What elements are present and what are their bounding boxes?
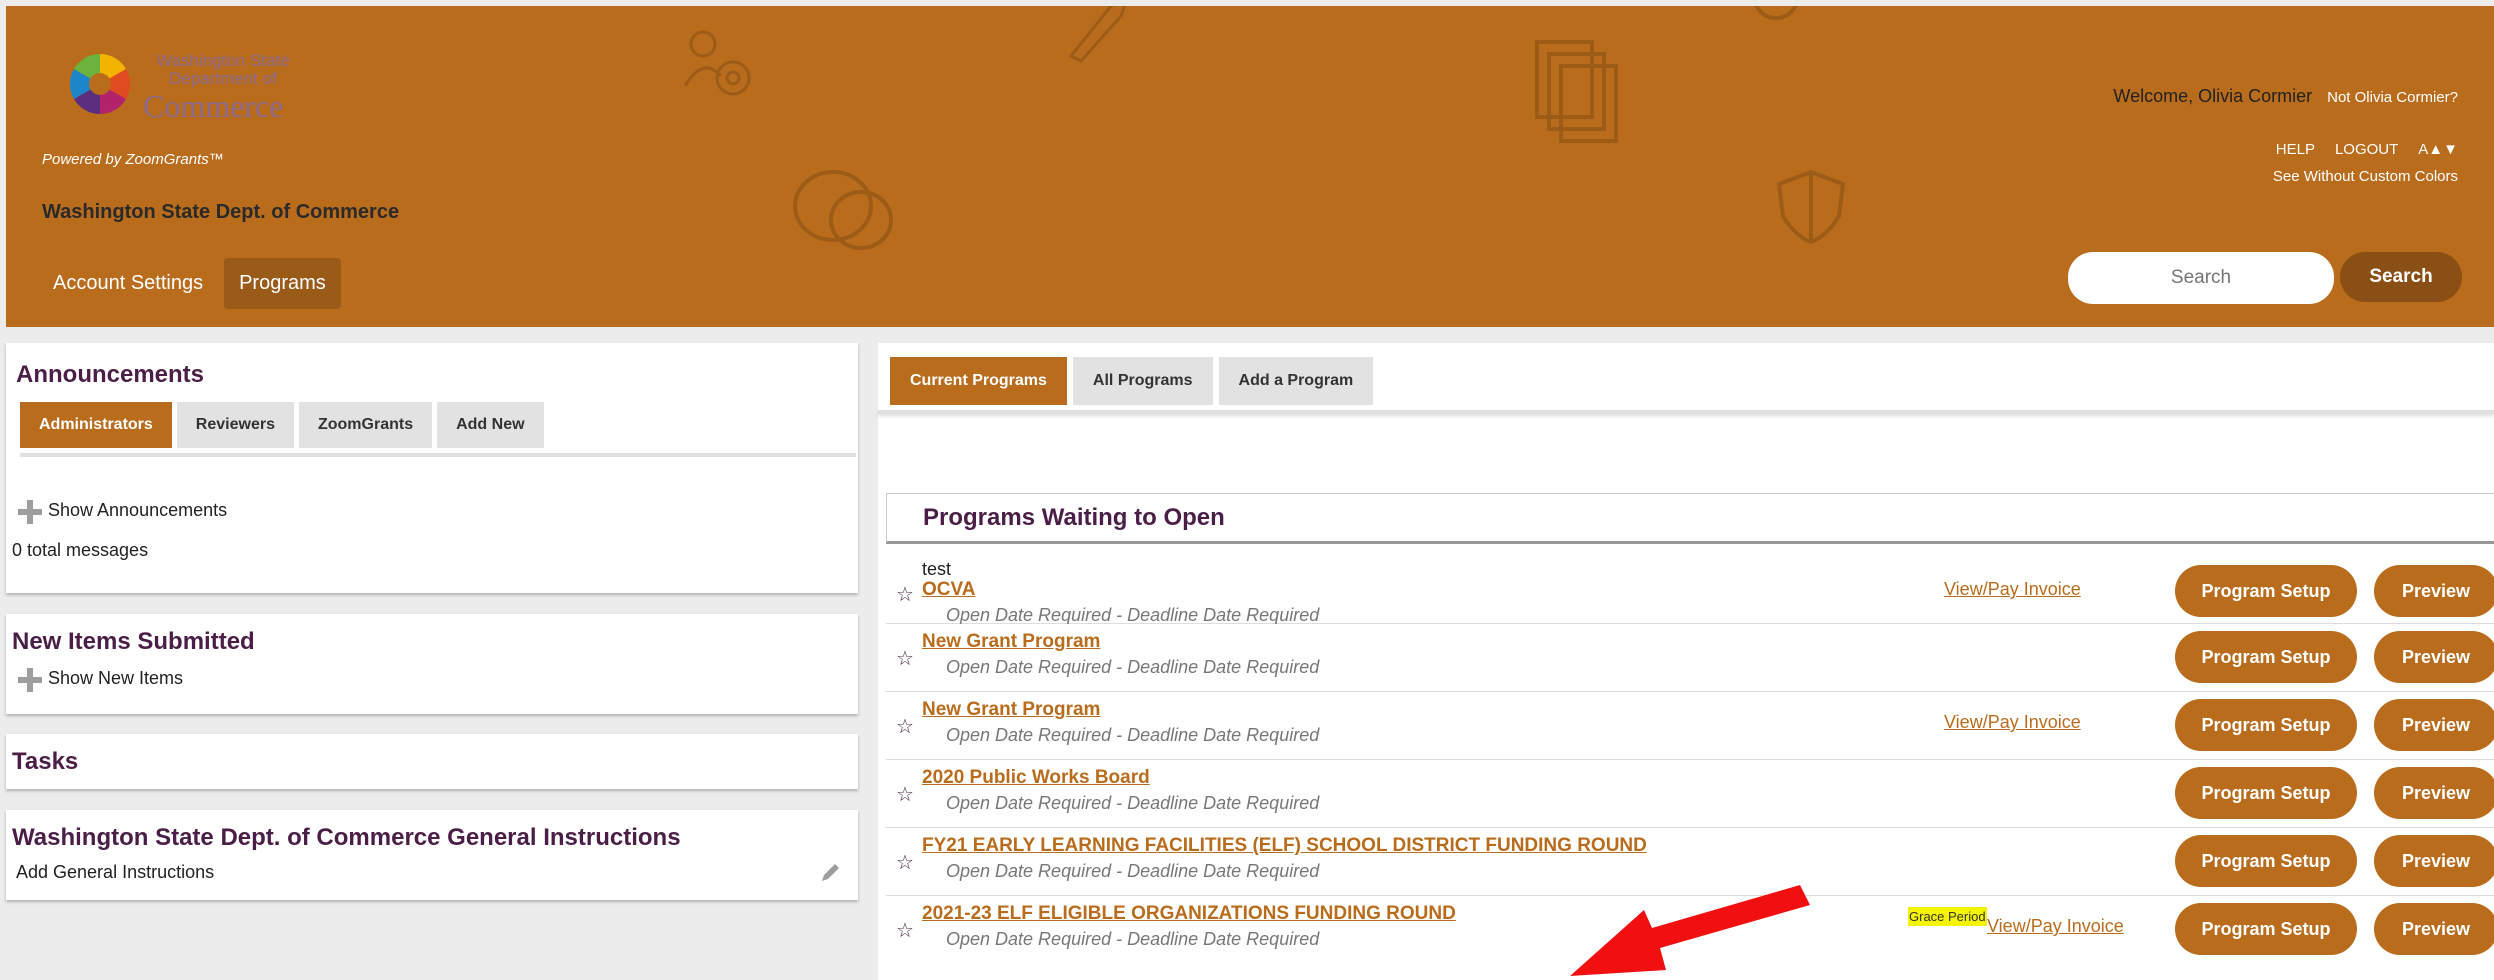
program-row: ☆ New Grant Program Open Date Required -… [886, 624, 2494, 692]
program-setup-button[interactable]: Program Setup [2175, 903, 2357, 955]
program-tabs: Current Programs All Programs Add a Prog… [890, 357, 1374, 405]
program-status: Open Date Required - Deadline Date Requi… [946, 657, 1320, 677]
chat-bubbles-watermark-icon [793, 170, 893, 250]
tab-administrators[interactable]: Administrators [20, 402, 172, 448]
commerce-logo-icon [69, 53, 131, 115]
new-items-title: New Items Submitted [12, 628, 255, 655]
preview-button[interactable]: Preview [2374, 565, 2494, 617]
user-gear-watermark-icon [683, 30, 751, 96]
star-icon[interactable]: ☆ [896, 850, 914, 875]
program-setup-button[interactable]: Program Setup [2175, 835, 2357, 887]
star-icon[interactable]: ☆ [896, 646, 914, 671]
announcement-tabs: Administrators Reviewers ZoomGrants Add … [20, 402, 544, 448]
instructions-panel: Washington State Dept. of Commerce Gener… [6, 810, 858, 900]
program-status: Open Date Required - Deadline Date Requi… [946, 793, 1320, 813]
view-pay-invoice-link[interactable]: View/Pay Invoice [1944, 579, 2081, 600]
new-items-panel: New Items Submitted Show New Items [6, 614, 858, 714]
add-instructions-text: Add General Instructions [16, 862, 215, 882]
program-setup-button[interactable]: Program Setup [2175, 565, 2357, 617]
star-icon[interactable]: ☆ [896, 918, 914, 943]
program-name-link[interactable]: 2021-23 ELF ELIGIBLE ORGANIZATIONS FUNDI… [922, 903, 1456, 925]
program-status: Open Date Required - Deadline Date Requi… [946, 861, 1320, 881]
red-arrow-annotation-icon [1570, 885, 1810, 976]
program-tab-divider [878, 410, 2494, 414]
not-user-link[interactable]: Not Olivia Cormier? [2327, 89, 2458, 106]
preview-button[interactable]: Preview [2374, 767, 2494, 819]
announcements-title: Announcements [16, 361, 205, 388]
org-name: Washington State Dept. of Commerce [42, 201, 400, 223]
search-input[interactable] [2068, 252, 2334, 304]
rocket-watermark-icon [1068, 6, 1126, 63]
total-messages-text: 0 total messages [12, 540, 149, 560]
program-setup-button[interactable]: Program Setup [2175, 699, 2357, 751]
show-announcements-label: Show Announcements [48, 500, 228, 521]
tab-zoomgrants[interactable]: ZoomGrants [298, 402, 433, 448]
preview-button[interactable]: Preview [2374, 835, 2494, 887]
program-row: ☆ New Grant Program Open Date Required -… [886, 692, 2494, 760]
custom-colors-link[interactable]: See Without Custom Colors [2273, 168, 2458, 185]
star-icon[interactable]: ☆ [896, 714, 914, 739]
main-nav: Account Settings Programs [38, 258, 341, 309]
show-new-items-label: Show New Items [48, 668, 184, 689]
commerce-logo[interactable]: Washington State Department of Commerce [68, 48, 308, 128]
show-announcements-toggle[interactable]: Show Announcements [16, 498, 227, 526]
show-new-items-toggle[interactable]: Show New Items [16, 666, 183, 694]
program-name-link[interactable]: OCVA [922, 579, 975, 601]
tab-add-a-program[interactable]: Add a Program [1218, 357, 1374, 405]
program-prefix: test [922, 559, 952, 579]
help-link[interactable]: HELP [2276, 141, 2315, 158]
search-button[interactable]: Search [2340, 252, 2462, 302]
gear-watermark-icon [1754, 6, 1798, 20]
pencil-icon[interactable] [819, 860, 843, 884]
star-icon[interactable]: ☆ [896, 782, 914, 807]
preview-button[interactable]: Preview [2374, 903, 2494, 955]
section-header: Programs Waiting to Open [886, 493, 2494, 544]
welcome-area: Welcome, Olivia Cormier Not Olivia Cormi… [2113, 86, 2458, 107]
section-title: Programs Waiting to Open [923, 504, 1225, 531]
nav-account-settings[interactable]: Account Settings [38, 258, 218, 309]
program-name-link[interactable]: New Grant Program [922, 699, 1100, 721]
tab-current-programs[interactable]: Current Programs [890, 357, 1067, 405]
program-row: ☆ 2020 Public Works Board Open Date Requ… [886, 760, 2494, 828]
logo-line-2: Department of [169, 69, 277, 88]
text-size-control[interactable]: A▲▼ [2418, 141, 2458, 158]
top-links: HELP LOGOUT A▲▼ [2276, 141, 2458, 158]
program-status: Open Date Required - Deadline Date Requi… [946, 605, 1320, 625]
program-setup-button[interactable]: Program Setup [2175, 631, 2357, 683]
announcement-tab-divider [20, 453, 856, 457]
tab-add-new[interactable]: Add New [437, 402, 544, 448]
preview-button[interactable]: Preview [2374, 631, 2494, 683]
powered-by-text: Powered by ZoomGrants™ [42, 151, 224, 168]
instructions-title: Washington State Dept. of Commerce Gener… [12, 824, 681, 851]
logout-link[interactable]: LOGOUT [2335, 141, 2398, 158]
program-row: test ☆ OCVA Open Date Required - Deadlin… [886, 557, 2494, 625]
shield-watermark-icon [1776, 169, 1846, 245]
logo-line-3: Commerce [143, 88, 284, 124]
plus-icon [16, 498, 44, 526]
announcements-panel: Announcements Administrators Reviewers Z… [6, 343, 858, 593]
nav-programs[interactable]: Programs [224, 258, 341, 309]
documents-watermark-icon [1535, 40, 1618, 143]
program-name-link[interactable]: New Grant Program [922, 631, 1100, 653]
tab-reviewers[interactable]: Reviewers [176, 402, 294, 448]
welcome-text: Welcome, Olivia Cormier [2113, 86, 2313, 106]
plus-icon [16, 666, 44, 694]
program-status: Open Date Required - Deadline Date Requi… [946, 725, 1320, 745]
view-pay-invoice-link[interactable]: View/Pay Invoice [1987, 916, 2124, 937]
program-name-link[interactable]: FY21 EARLY LEARNING FACILITIES (ELF) SCH… [922, 835, 1647, 857]
program-status: Open Date Required - Deadline Date Requi… [946, 929, 1320, 949]
program-setup-button[interactable]: Program Setup [2175, 767, 2357, 819]
tab-all-programs[interactable]: All Programs [1072, 357, 1213, 405]
star-icon[interactable]: ☆ [896, 582, 914, 607]
tasks-panel: Tasks [6, 734, 858, 789]
view-pay-invoice-link[interactable]: View/Pay Invoice [1944, 712, 2081, 733]
logo-line-1: Washington State [156, 51, 290, 70]
tasks-title: Tasks [12, 748, 79, 775]
program-name-link[interactable]: 2020 Public Works Board [922, 767, 1150, 789]
preview-button[interactable]: Preview [2374, 699, 2494, 751]
grace-period-badge: Grace Period [1908, 907, 1987, 926]
